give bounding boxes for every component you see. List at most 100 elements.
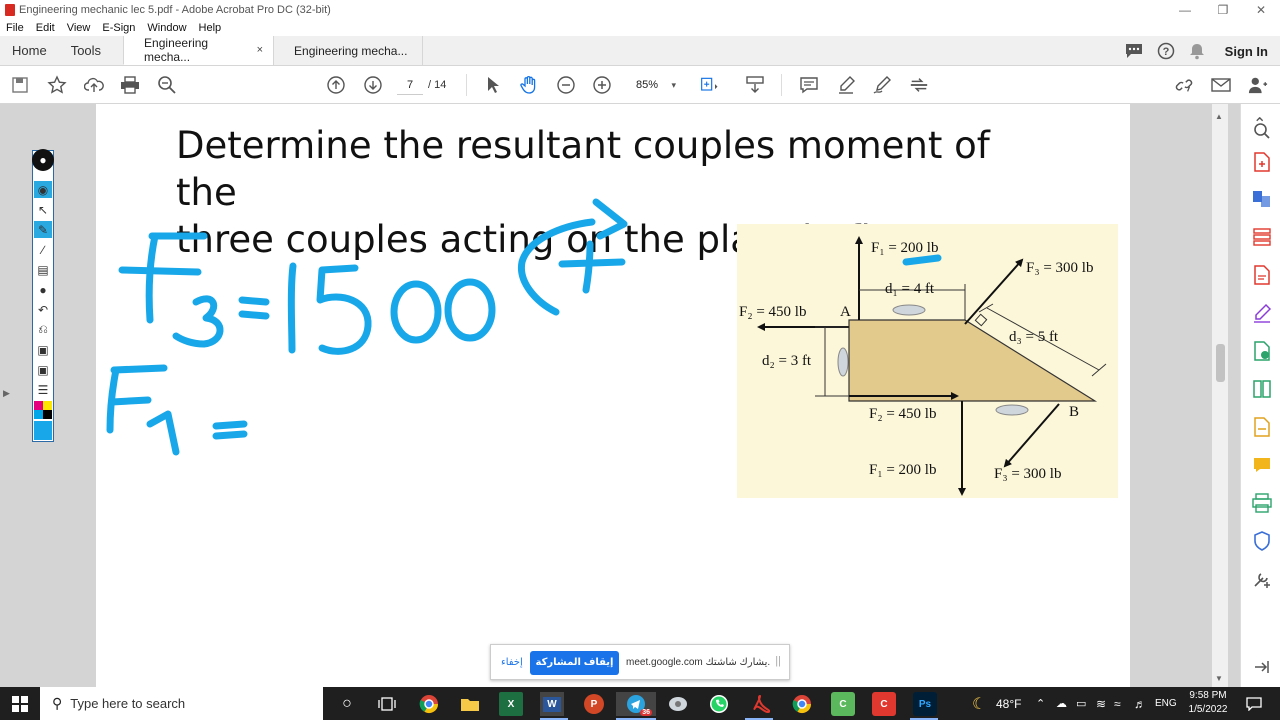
excel-icon[interactable]: X (499, 692, 523, 716)
zoom-search-icon[interactable] (157, 75, 177, 95)
menu-help[interactable]: Help (199, 22, 222, 34)
stop-sharing-button[interactable]: إيقاف المشاركة (530, 651, 619, 675)
page-number-input[interactable]: 7 (397, 75, 423, 95)
upload-cloud-icon[interactable] (84, 75, 104, 95)
chrome-icon[interactable] (417, 692, 441, 716)
camtasia-icon[interactable]: C (831, 692, 855, 716)
drag-handle-icon[interactable]: || (775, 655, 781, 667)
eye-icon[interactable]: ◉ (34, 181, 52, 198)
help-icon[interactable]: ? (1157, 42, 1175, 60)
menu-window[interactable]: Window (147, 22, 186, 34)
add-user-icon[interactable] (1248, 75, 1268, 95)
create-pdf-icon[interactable] (1251, 151, 1273, 173)
tab-close-icon[interactable]: × (257, 44, 263, 56)
settings-app-icon[interactable] (666, 692, 690, 716)
file-explorer-icon[interactable] (458, 692, 482, 716)
scrollbar-thumb[interactable] (1216, 344, 1225, 382)
export-image-icon[interactable] (1251, 416, 1273, 438)
photoshop-icon[interactable]: Ps (913, 692, 937, 716)
volume-icon[interactable]: ♬ (1134, 687, 1146, 720)
next-page-icon[interactable] (363, 75, 383, 95)
tab-tools[interactable]: Tools (59, 36, 123, 65)
whatsapp-icon[interactable] (707, 692, 731, 716)
notifications-icon[interactable] (1246, 687, 1262, 720)
taskbar-search[interactable]: ⚲ Type here to search (40, 687, 323, 720)
cursor-icon[interactable]: ↖ (34, 201, 52, 218)
scroll-up-icon[interactable]: ▲ (1215, 112, 1223, 121)
tab-document-2[interactable]: Engineering mecha... (273, 36, 424, 65)
zoom-level-select[interactable]: 85% (628, 75, 680, 95)
camera-icon[interactable]: ▣ (34, 361, 52, 378)
share-send-icon[interactable] (909, 75, 929, 95)
edit-pdf-icon[interactable] (1251, 340, 1273, 362)
menu-view[interactable]: View (67, 22, 91, 34)
zoom-out-icon[interactable] (556, 75, 576, 95)
comment-tool-icon[interactable] (1251, 454, 1273, 476)
expand-left-panel-icon[interactable]: ▶ (3, 388, 10, 399)
telegram-icon[interactable]: 36 (616, 692, 656, 716)
word-icon[interactable]: W (540, 692, 564, 716)
chat-icon[interactable] (1125, 43, 1143, 59)
windows-start-icon[interactable] (12, 696, 28, 712)
eraser-icon[interactable]: ▤ (34, 261, 52, 278)
network-icon[interactable]: ≋ (1096, 687, 1106, 720)
cortana-icon[interactable]: ○ (335, 692, 359, 716)
hand-tool-icon[interactable] (519, 75, 539, 95)
email-icon[interactable] (1211, 75, 1231, 95)
wifi-icon[interactable]: ≈ (1114, 687, 1121, 720)
zoom-in-icon[interactable] (592, 75, 612, 95)
current-color-swatch[interactable] (34, 421, 52, 440)
page-fit-icon[interactable] (700, 75, 720, 95)
sign-pen-icon[interactable] (872, 75, 892, 95)
tab-document-1[interactable]: Engineering mecha... × (123, 36, 274, 65)
taskbar-clock[interactable]: 9:58 PM 1/5/2022 (1182, 689, 1234, 717)
tray-app-icon[interactable]: ☁ (1056, 687, 1067, 720)
bell-icon[interactable] (1189, 42, 1205, 60)
undo-icon[interactable]: ↶ (34, 301, 52, 318)
menu-esign[interactable]: E-Sign (102, 22, 135, 34)
dot-icon[interactable]: ● (34, 281, 52, 298)
menu-edit[interactable]: Edit (36, 22, 55, 34)
print-production-icon[interactable] (1251, 492, 1273, 514)
recorder-icon[interactable]: C (872, 692, 896, 716)
acrobat-taskbar-icon[interactable] (748, 692, 772, 716)
hide-bar-link[interactable]: إخفاء (501, 657, 523, 668)
more-tools-icon[interactable] (1251, 568, 1273, 590)
color-magenta[interactable] (34, 401, 43, 410)
scroll-mode-icon[interactable] (745, 75, 765, 95)
link-icon[interactable] (1174, 75, 1194, 95)
select-cursor-icon[interactable] (483, 75, 503, 95)
comment-icon[interactable] (799, 75, 819, 95)
fill-sign-icon[interactable] (1251, 302, 1273, 324)
pen-app-logo-icon[interactable]: ● (32, 149, 54, 171)
chrome-profile-icon[interactable] (790, 692, 814, 716)
language-indicator[interactable]: ENG (1155, 687, 1177, 720)
restore-icon[interactable]: ❐ (1204, 0, 1242, 20)
star-icon[interactable] (47, 75, 67, 95)
task-view-icon[interactable] (375, 692, 399, 716)
board-icon[interactable]: ▣ (34, 341, 52, 358)
previous-page-icon[interactable] (326, 75, 346, 95)
color-yellow[interactable] (43, 401, 52, 410)
search-tools-icon[interactable] (1251, 120, 1273, 142)
vertical-scrollbar[interactable]: ▲ ▼ (1212, 104, 1228, 687)
menu-file[interactable]: File (6, 22, 24, 34)
highlight-pen-icon[interactable] (836, 75, 856, 95)
print-icon[interactable] (120, 75, 140, 95)
clipboard-icon[interactable]: ☰ (34, 381, 52, 398)
battery-icon[interactable]: ▭ (1076, 687, 1086, 720)
powerpoint-icon[interactable]: P (582, 692, 606, 716)
export-pdf-icon[interactable] (1251, 264, 1273, 286)
tray-chevron-icon[interactable]: ⌃ (1036, 687, 1045, 720)
tab-home[interactable]: Home (0, 36, 59, 65)
scroll-down-icon[interactable]: ▼ (1215, 674, 1223, 683)
minimize-icon[interactable]: — (1166, 0, 1204, 20)
color-black[interactable] (43, 410, 52, 419)
weather-moon-icon[interactable]: ☾ (972, 687, 986, 720)
close-icon[interactable]: ✕ (1242, 0, 1280, 20)
protect-shield-icon[interactable] (1251, 530, 1273, 552)
collapse-rail-icon[interactable] (1251, 656, 1273, 678)
organize-pages-icon[interactable] (1251, 226, 1273, 248)
save-icon[interactable] (10, 75, 30, 95)
sign-in-button[interactable]: Sign In (1225, 44, 1268, 59)
